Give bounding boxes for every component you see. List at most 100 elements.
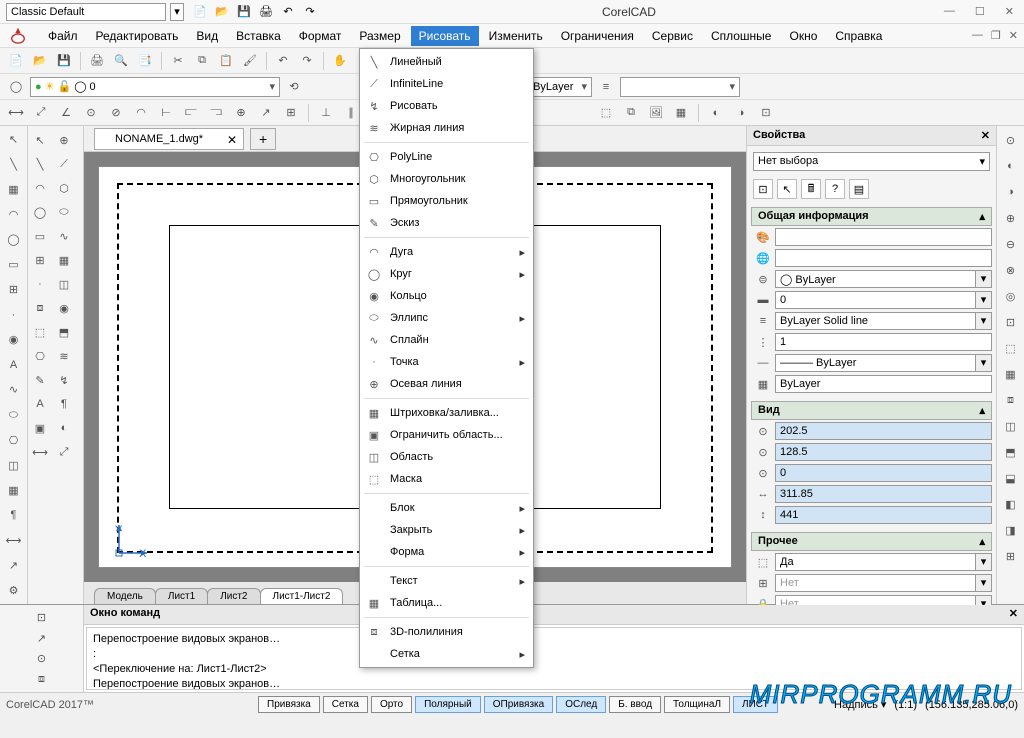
property-value[interactable]: ◯ ByLayer xyxy=(775,270,976,288)
t10-icon[interactable]: ∿ xyxy=(54,226,74,246)
dim-arc-icon[interactable]: ◠ xyxy=(131,103,151,123)
r17-icon[interactable]: ⊞ xyxy=(1001,546,1021,566)
menu-item-рисовать[interactable]: ↯Рисовать xyxy=(360,95,533,117)
cursor-icon[interactable]: ↖ xyxy=(4,130,24,149)
dim-linear-icon[interactable]: ⟷ xyxy=(6,103,26,123)
menu-item-форма[interactable]: Форма▸ xyxy=(360,541,533,563)
t25-icon[interactable]: ▣ xyxy=(30,418,50,438)
cl3-icon[interactable]: ⊙ xyxy=(32,651,52,668)
cl2-icon[interactable]: ↗ xyxy=(32,630,52,647)
paste-icon[interactable]: 📋 xyxy=(216,51,236,71)
layer-selector[interactable]: ● ☀ 🔓 ◯ 0 ▾ xyxy=(30,77,280,97)
menu-item-формат[interactable]: Формат xyxy=(291,26,350,46)
property-value[interactable]: 1 xyxy=(775,333,992,351)
r4-icon[interactable]: ⊕ xyxy=(1001,208,1021,228)
property-value[interactable]: ByLayer Solid line xyxy=(775,312,976,330)
t3-icon[interactable]: ╲ xyxy=(30,154,50,174)
property-value[interactable]: 311.85 xyxy=(775,485,992,503)
save-file-icon[interactable]: 💾 xyxy=(54,51,74,71)
menu-item-infiniteline[interactable]: ⟋InfiniteLine xyxy=(360,73,533,95)
status-toggle-привязка[interactable]: Привязка xyxy=(258,696,320,713)
constraint2-icon[interactable]: ∥ xyxy=(341,103,361,123)
r8-icon[interactable]: ⊡ xyxy=(1001,312,1021,332)
panel-close-icon[interactable]: ✕ xyxy=(981,129,990,142)
document-tab[interactable]: NONAME_1.dwg* ✕ xyxy=(94,128,244,150)
prop-section-header[interactable]: Прочее▴ xyxy=(751,532,992,551)
t26-icon[interactable]: ◐ xyxy=(54,418,74,438)
selection-combo[interactable]: Нет выбора ▾ xyxy=(753,152,990,171)
r10-icon[interactable]: ▦ xyxy=(1001,364,1021,384)
status-toggle-полярный[interactable]: Полярный xyxy=(415,696,481,713)
point-icon[interactable]: · xyxy=(4,305,24,324)
r12-icon[interactable]: ◫ xyxy=(1001,416,1021,436)
menu-item-таблица-[interactable]: ▦Таблица... xyxy=(360,592,533,614)
status-toggle-толщинал[interactable]: ТолщинаЛ xyxy=(664,696,730,713)
pick-icon[interactable]: ↖ xyxy=(777,179,797,199)
t23-icon[interactable]: A xyxy=(30,394,50,414)
doc-restore-icon[interactable]: ❐ xyxy=(991,29,1001,42)
r9-icon[interactable]: ⬚ xyxy=(1001,338,1021,358)
block-icon[interactable]: ⬚ xyxy=(596,103,616,123)
toggle-icon[interactable]: ▤ xyxy=(849,179,869,199)
text-icon[interactable]: A xyxy=(4,355,24,374)
menu-item-справка[interactable]: Справка xyxy=(827,26,890,46)
undo-icon[interactable]: ↶ xyxy=(280,4,296,20)
mtext-icon[interactable]: ¶ xyxy=(4,506,24,525)
t9-icon[interactable]: ▭ xyxy=(30,226,50,246)
menu-item-эскиз[interactable]: ✎Эскиз xyxy=(360,212,533,234)
redo-icon[interactable]: ↷ xyxy=(302,4,318,20)
t5-icon[interactable]: ◠ xyxy=(30,178,50,198)
chevron-down-icon[interactable]: ▾ xyxy=(976,312,992,330)
misc1-icon[interactable]: ◐ xyxy=(706,103,726,123)
menu-item-дуга[interactable]: ◠Дуга▸ xyxy=(360,241,533,263)
chevron-down-icon[interactable]: ▾ xyxy=(976,354,992,372)
property-value[interactable]: 202.5 xyxy=(775,422,992,440)
chevron-down-icon[interactable]: ▾ xyxy=(581,80,587,93)
r1-icon[interactable]: ⊙ xyxy=(1001,130,1021,150)
constraint1-icon[interactable]: ⊥ xyxy=(316,103,336,123)
t13-icon[interactable]: · xyxy=(30,274,50,294)
dim-continue-icon[interactable]: ⫎ xyxy=(206,103,226,123)
dim-diameter-icon[interactable]: ⊘ xyxy=(106,103,126,123)
prop-section-header[interactable]: Вид▴ xyxy=(751,401,992,420)
menu-item-жирная-линия[interactable]: ≋Жирная линия xyxy=(360,117,533,139)
prop-section-header[interactable]: Общая информация▴ xyxy=(751,207,992,226)
status-toggle-сетка[interactable]: Сетка xyxy=(323,696,368,713)
layer-manager-icon[interactable]: ◯ xyxy=(6,77,26,97)
t6-icon[interactable]: ⬡ xyxy=(54,178,74,198)
add-tab-button[interactable]: + xyxy=(250,128,276,150)
menu-item-сплайн[interactable]: ∿Сплайн xyxy=(360,329,533,351)
menu-item-размер[interactable]: Размер xyxy=(351,26,408,46)
chevron-down-icon[interactable]: ▾ xyxy=(976,291,992,309)
menu-item-блок[interactable]: Блок▸ xyxy=(360,497,533,519)
grid-icon[interactable]: ⊞ xyxy=(4,280,24,299)
menu-item-polyline[interactable]: ⎔PolyLine xyxy=(360,146,533,168)
table-icon[interactable]: ▦ xyxy=(4,481,24,500)
menu-item-ограничения[interactable]: Ограничения xyxy=(553,26,642,46)
property-value[interactable]: Да xyxy=(775,553,976,571)
cl4-icon[interactable]: ⧈ xyxy=(32,671,52,688)
tab-close-icon[interactable]: ✕ xyxy=(227,133,237,147)
menu-item-штриховка-заливка-[interactable]: ▦Штриховка/заливка... xyxy=(360,402,533,424)
t4-icon[interactable]: ⟋ xyxy=(54,154,74,174)
sheet-tab-лист1-лист2[interactable]: Лист1-Лист2 xyxy=(260,588,344,604)
doc-close-icon[interactable]: ✕ xyxy=(1009,29,1018,42)
match-icon[interactable]: 🖌 xyxy=(240,51,260,71)
status-toggle-ослед[interactable]: ОСлед xyxy=(556,696,606,713)
property-value[interactable]: 441 xyxy=(775,506,992,524)
t16-icon[interactable]: ◉ xyxy=(54,298,74,318)
t28-icon[interactable]: ⤢ xyxy=(54,442,74,462)
xref-icon[interactable]: ⧉ xyxy=(621,103,641,123)
chevron-down-icon[interactable]: ▾ xyxy=(979,155,985,168)
property-value[interactable]: ——— ByLayer xyxy=(775,354,976,372)
r3-icon[interactable]: ◑ xyxy=(1001,182,1021,202)
sheet-tab-лист2[interactable]: Лист2 xyxy=(207,588,260,604)
menu-item-осевая-линия[interactable]: ⊕Осевая линия xyxy=(360,373,533,395)
copy-icon[interactable]: ⧉ xyxy=(192,51,212,71)
chevron-down-icon[interactable]: ▾ xyxy=(976,553,992,571)
minimize-icon[interactable]: — xyxy=(940,5,959,18)
line-icon[interactable]: ╲ xyxy=(4,155,24,174)
save-icon[interactable]: 💾 xyxy=(236,4,252,20)
arc-icon[interactable]: ◠ xyxy=(4,205,24,224)
t1-icon[interactable]: ↖ xyxy=(30,130,50,150)
